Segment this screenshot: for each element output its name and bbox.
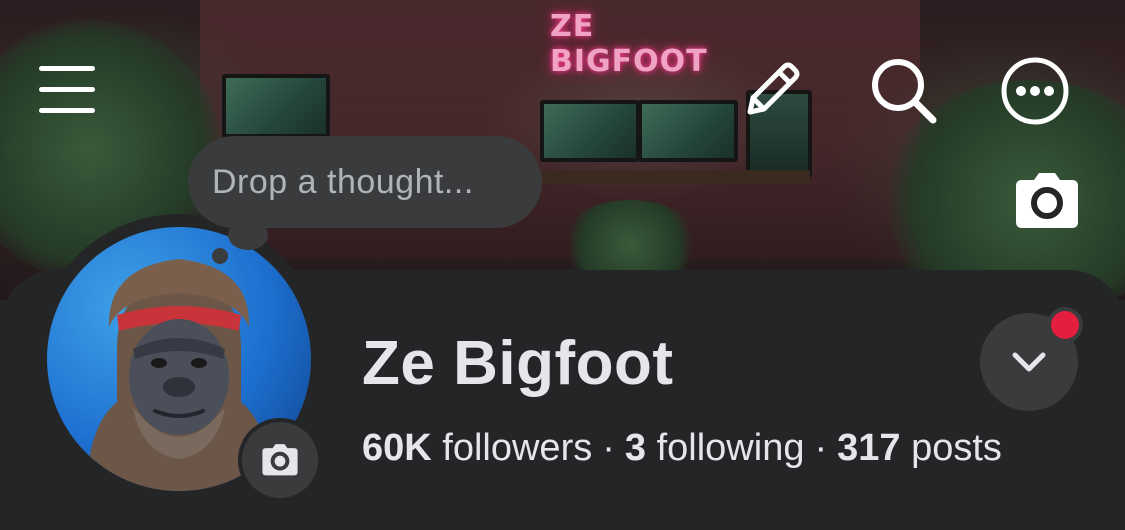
search-icon[interactable]: [866, 56, 942, 126]
cover-monitor-center-right: [638, 100, 738, 162]
thought-bubble-tail: [228, 220, 268, 250]
pencil-icon[interactable]: [735, 58, 807, 124]
following-label: following: [656, 427, 805, 469]
neon-sign: ZE BIGFOOT: [550, 9, 708, 79]
following-count: 3: [624, 427, 647, 469]
posts-stat[interactable]: 317 posts: [837, 427, 1002, 469]
stats-separator: ·: [814, 427, 828, 469]
thought-placeholder: Drop a thought...: [212, 162, 474, 201]
posts-count: 317: [837, 427, 901, 469]
thought-bubble[interactable]: Drop a thought...: [188, 136, 542, 228]
profile-name: Ze Bigfoot: [362, 329, 674, 398]
posts-label: posts: [911, 427, 1002, 469]
cover-camera-icon[interactable]: [1008, 168, 1086, 234]
profile-stats: 60K followers · 3 following · 317 posts: [362, 424, 1002, 472]
chevron-down-icon: [1012, 352, 1046, 372]
more-icon[interactable]: [997, 56, 1073, 126]
notification-dot: [1051, 311, 1079, 339]
camera-icon: [262, 444, 298, 476]
followers-stat[interactable]: 60K followers: [362, 427, 592, 469]
thought-bubble-tail-dot: [212, 248, 228, 264]
followers-count: 60K: [362, 427, 432, 469]
menu-icon[interactable]: [32, 60, 102, 120]
stats-separator: ·: [602, 427, 615, 469]
avatar-camera-button[interactable]: [242, 422, 318, 498]
following-stat[interactable]: 3 following: [625, 427, 805, 469]
cover-monitor-center-left: [540, 100, 640, 162]
followers-label: followers: [442, 427, 593, 469]
cover-monitor-left: [222, 74, 330, 138]
